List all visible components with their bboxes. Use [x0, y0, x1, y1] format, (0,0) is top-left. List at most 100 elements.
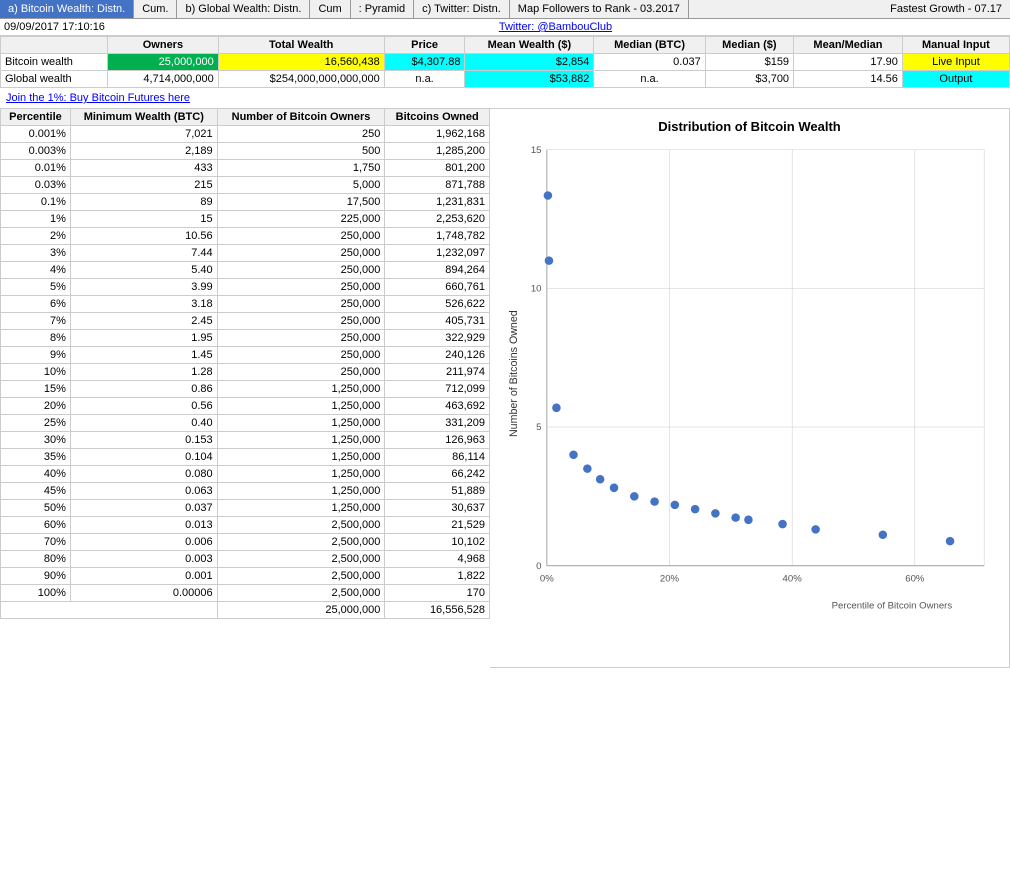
bitcoin-live-input[interactable]: Live Input	[902, 54, 1009, 71]
row-pct: 0.03%	[1, 177, 71, 194]
row-owners: 1,250,000	[217, 432, 385, 449]
global-median-usd: $3,700	[705, 71, 793, 88]
row-owners: 5,000	[217, 177, 385, 194]
row-btc: 331,209	[385, 415, 490, 432]
global-mean-median: 14.56	[794, 71, 903, 88]
row-pct: 90%	[1, 568, 71, 585]
row-pct: 35%	[1, 449, 71, 466]
chart-point	[596, 475, 605, 484]
table-row: 25% 0.40 1,250,000 331,209	[1, 415, 490, 432]
tab-cum1[interactable]: Cum.	[134, 0, 177, 18]
row-min: 89	[70, 194, 217, 211]
table-row: 50% 0.037 1,250,000 30,637	[1, 500, 490, 517]
tab-global-wealth[interactable]: b) Global Wealth: Distn.	[177, 0, 310, 18]
bitcoin-owners: 25,000,000	[108, 54, 219, 71]
row-btc: 801,200	[385, 160, 490, 177]
row-pct: 15%	[1, 381, 71, 398]
tab-pyramid[interactable]: : Pyramid	[351, 0, 414, 18]
bitcoin-price: $4,307.88	[384, 54, 465, 71]
row-pct: 20%	[1, 398, 71, 415]
dist-footer-empty	[1, 602, 218, 619]
row-btc: 1,285,200	[385, 143, 490, 160]
row-btc: 1,748,782	[385, 228, 490, 245]
row-btc: 21,529	[385, 517, 490, 534]
tab-map-followers[interactable]: Map Followers to Rank - 03.2017	[510, 0, 689, 18]
row-min: 0.080	[70, 466, 217, 483]
row-pct: 0.001%	[1, 126, 71, 143]
dist-header-row: Percentile Minimum Wealth (BTC) Number o…	[1, 109, 490, 126]
join-link[interactable]: Join the 1%: Buy Bitcoin Futures here	[0, 88, 1010, 108]
y-axis-label: Number of Bitcoins Owned	[508, 310, 520, 437]
tab-twitter[interactable]: c) Twitter: Distn.	[414, 0, 510, 18]
row-owners: 225,000	[217, 211, 385, 228]
row-min: 7.44	[70, 245, 217, 262]
global-output: Output	[902, 71, 1009, 88]
svg-text:15: 15	[531, 145, 542, 156]
tab-cum2[interactable]: Cum	[310, 0, 350, 18]
row-pct: 0.1%	[1, 194, 71, 211]
row-btc: 871,788	[385, 177, 490, 194]
row-btc: 30,637	[385, 500, 490, 517]
tab-bitcoin-wealth[interactable]: a) Bitcoin Wealth: Distn.	[0, 0, 134, 18]
chart-point	[552, 404, 561, 413]
table-row: 20% 0.56 1,250,000 463,692	[1, 398, 490, 415]
row-pct: 6%	[1, 296, 71, 313]
row-owners: 1,250,000	[217, 398, 385, 415]
chart-point	[711, 509, 720, 518]
row-btc: 211,974	[385, 364, 490, 381]
table-row: 4% 5.40 250,000 894,264	[1, 262, 490, 279]
row-btc: 240,126	[385, 347, 490, 364]
dist-btc-header: Bitcoins Owned	[385, 109, 490, 126]
bitcoin-total-wealth: 16,560,438	[218, 54, 384, 71]
row-min: 0.001	[70, 568, 217, 585]
chart-point	[946, 537, 955, 546]
row-owners: 250,000	[217, 228, 385, 245]
distribution-table: Percentile Minimum Wealth (BTC) Number o…	[0, 108, 490, 619]
chart-point	[691, 505, 700, 514]
row-btc: 405,731	[385, 313, 490, 330]
row-min: 15	[70, 211, 217, 228]
row-btc: 1,232,097	[385, 245, 490, 262]
row-btc: 86,114	[385, 449, 490, 466]
row-min: 1.95	[70, 330, 217, 347]
table-row: 35% 0.104 1,250,000 86,114	[1, 449, 490, 466]
svg-text:0%: 0%	[540, 574, 554, 585]
table-row: 6% 3.18 250,000 526,622	[1, 296, 490, 313]
row-owners: 250,000	[217, 296, 385, 313]
chart-area: Number of Bitcoins Owned 15 10 5	[500, 139, 999, 619]
row-owners: 1,250,000	[217, 449, 385, 466]
table-row: 60% 0.013 2,500,000 21,529	[1, 517, 490, 534]
global-mean-wealth: $53,882	[465, 71, 594, 88]
row-owners: 1,750	[217, 160, 385, 177]
table-row: 0.003% 2,189 500 1,285,200	[1, 143, 490, 160]
col-median-usd-header: Median ($)	[705, 37, 793, 54]
row-pct: 4%	[1, 262, 71, 279]
table-row: 15% 0.86 1,250,000 712,099	[1, 381, 490, 398]
row-min: 1.28	[70, 364, 217, 381]
row-owners: 250,000	[217, 330, 385, 347]
table-row: 2% 10.56 250,000 1,748,782	[1, 228, 490, 245]
row-owners: 1,250,000	[217, 500, 385, 517]
dist-footer-owners: 25,000,000	[217, 602, 385, 619]
bitcoin-median-btc: 0.037	[594, 54, 705, 71]
bitcoin-row-label: Bitcoin wealth	[1, 54, 108, 71]
row-owners: 1,250,000	[217, 381, 385, 398]
row-min: 2,189	[70, 143, 217, 160]
table-row: 3% 7.44 250,000 1,232,097	[1, 245, 490, 262]
col-label-header	[1, 37, 108, 54]
data-section: Percentile Minimum Wealth (BTC) Number o…	[0, 108, 1010, 668]
table-row: 5% 3.99 250,000 660,761	[1, 279, 490, 296]
row-pct: 25%	[1, 415, 71, 432]
row-pct: 50%	[1, 500, 71, 517]
summary-table: Owners Total Wealth Price Mean Wealth ($…	[0, 36, 1010, 88]
row-pct: 10%	[1, 364, 71, 381]
dist-min-header: Minimum Wealth (BTC)	[70, 109, 217, 126]
top-nav: a) Bitcoin Wealth: Distn. Cum. b) Global…	[0, 0, 1010, 19]
row-pct: 45%	[1, 483, 71, 500]
table-row: 8% 1.95 250,000 322,929	[1, 330, 490, 347]
svg-text:60%: 60%	[905, 574, 925, 585]
row-btc: 322,929	[385, 330, 490, 347]
chart-title: Distribution of Bitcoin Wealth	[500, 119, 999, 134]
twitter-link[interactable]: Twitter: @BambouClub	[491, 18, 620, 36]
row-btc: 894,264	[385, 262, 490, 279]
